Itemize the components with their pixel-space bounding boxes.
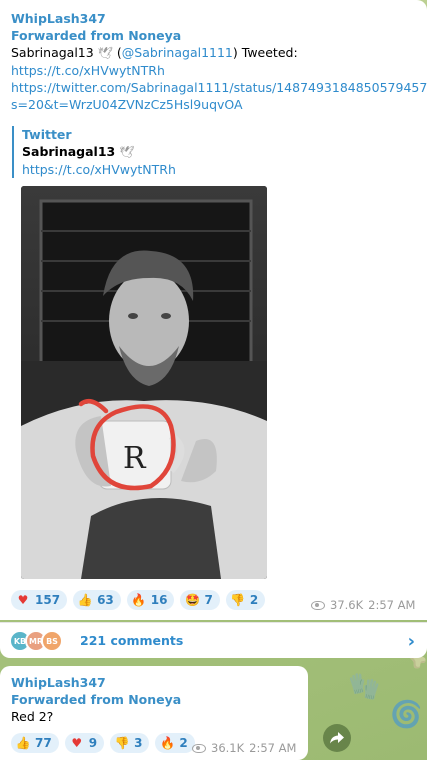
reaction-count: 157 xyxy=(35,593,61,607)
view-count: 37.6K xyxy=(330,598,364,612)
doodle-mitten-icon: 🧤 xyxy=(348,672,381,702)
message-meta: 37.6K 2:57 AM xyxy=(311,598,415,612)
views-eye-icon xyxy=(311,600,325,610)
reactions-bar: ♥ 157 👍 63 🔥 16 🤩 7 👎 2 xyxy=(11,590,266,610)
reaction-thumbs-up[interactable]: 👍 77 xyxy=(11,733,59,753)
tweet-author-name: Sabrinagal13 xyxy=(11,45,94,60)
dove-icon: 🕊 xyxy=(119,145,135,159)
reaction-fire[interactable]: 🔥 16 xyxy=(126,590,175,610)
message-meta-2: 36.1K 2:57 AM xyxy=(192,741,296,755)
reaction-fire[interactable]: 🔥 2 xyxy=(155,733,195,753)
tweeted-label: Tweeted: xyxy=(241,45,298,60)
forwarded-from[interactable]: Forwarded from Noneya xyxy=(11,691,181,708)
fire-icon: 🔥 xyxy=(131,593,147,607)
reaction-heart[interactable]: ♥ 9 xyxy=(64,733,105,753)
heart-icon: ♥ xyxy=(71,736,83,750)
reaction-count: 2 xyxy=(249,593,259,607)
thumbs-down-icon: 👎 xyxy=(230,593,246,607)
preview-author-line: Sabrinagal13 🕊 xyxy=(22,143,272,161)
preview-photo[interactable]: R xyxy=(21,186,267,579)
reaction-star-struck[interactable]: 🤩 7 xyxy=(180,590,220,610)
forward-arrow-icon xyxy=(330,732,344,744)
reaction-count: 77 xyxy=(35,736,52,750)
comments-count[interactable]: 221 comments xyxy=(80,633,183,648)
thumbs-up-icon: 👍 xyxy=(77,593,93,607)
message-time: 2:57 AM xyxy=(368,598,416,612)
reaction-count: 63 xyxy=(97,593,114,607)
reaction-count: 7 xyxy=(204,593,213,607)
sender-name[interactable]: WhipLash347 xyxy=(11,10,427,27)
reaction-thumbs-down[interactable]: 👎 2 xyxy=(225,590,266,610)
tweet-author-handle[interactable]: @Sabrinagal1111 xyxy=(122,45,233,60)
forwarded-from[interactable]: Forwarded from Noneya xyxy=(11,27,427,44)
thumbs-up-icon: 👍 xyxy=(15,736,31,750)
reaction-count: 9 xyxy=(88,736,98,750)
view-count: 36.1K xyxy=(211,741,245,755)
mug-letter: R xyxy=(123,441,147,476)
short-link[interactable]: https://t.co/xHVwytNTRh xyxy=(11,63,165,78)
avatar: BS xyxy=(41,630,63,652)
comments-bar[interactable]: KB MR BS 221 comments › xyxy=(0,622,427,658)
sender-name[interactable]: WhipLash347 xyxy=(11,674,181,691)
preview-link[interactable]: https://t.co/xHVwytNTRh xyxy=(22,162,176,177)
views-eye-icon xyxy=(192,743,206,753)
preview-author: Sabrinagal13 xyxy=(22,144,116,159)
status-link[interactable]: https://twitter.com/Sabrinagal1111/statu… xyxy=(11,80,427,95)
reaction-count: 3 xyxy=(134,736,143,750)
chevron-right-icon[interactable]: › xyxy=(408,631,415,652)
reaction-count: 2 xyxy=(179,736,188,750)
reaction-count: 16 xyxy=(150,593,168,607)
reaction-thumbs-down[interactable]: 👎 3 xyxy=(110,733,150,753)
doodle-swirl-icon: 🌀 xyxy=(390,700,423,730)
message-time: 2:57 AM xyxy=(249,741,297,755)
commenter-avatars: KB MR BS xyxy=(9,630,63,652)
link-preview[interactable]: Twitter Sabrinagal13 🕊 https://t.co/xHVw… xyxy=(12,126,272,178)
star-struck-icon: 🤩 xyxy=(184,593,200,607)
message-text: Red 2? xyxy=(11,709,54,724)
tweet-header-line: Sabrinagal13 🕊 (@Sabrinagal1111) Tweeted… xyxy=(11,45,298,60)
reaction-heart[interactable]: ♥ 157 xyxy=(11,590,68,610)
reaction-thumbs-up[interactable]: 👍 63 xyxy=(73,590,121,610)
status-link-cont[interactable]: s=20&t=WrzU04ZVNzCz5Hsl9uqvOA xyxy=(11,97,243,112)
share-button[interactable] xyxy=(323,724,351,752)
photo-illustration: R xyxy=(21,186,267,579)
message-bubble-1[interactable]: WhipLash347 Forwarded from Noneya Sabrin… xyxy=(0,0,427,620)
fire-icon: 🔥 xyxy=(159,736,175,750)
dove-icon: 🕊 xyxy=(97,46,113,60)
thumbs-down-icon: 👎 xyxy=(114,736,130,750)
preview-site-name: Twitter xyxy=(22,127,72,142)
reactions-bar-2: 👍 77 ♥ 9 👎 3 🔥 2 xyxy=(11,733,195,753)
heart-icon: ♥ xyxy=(17,593,29,607)
